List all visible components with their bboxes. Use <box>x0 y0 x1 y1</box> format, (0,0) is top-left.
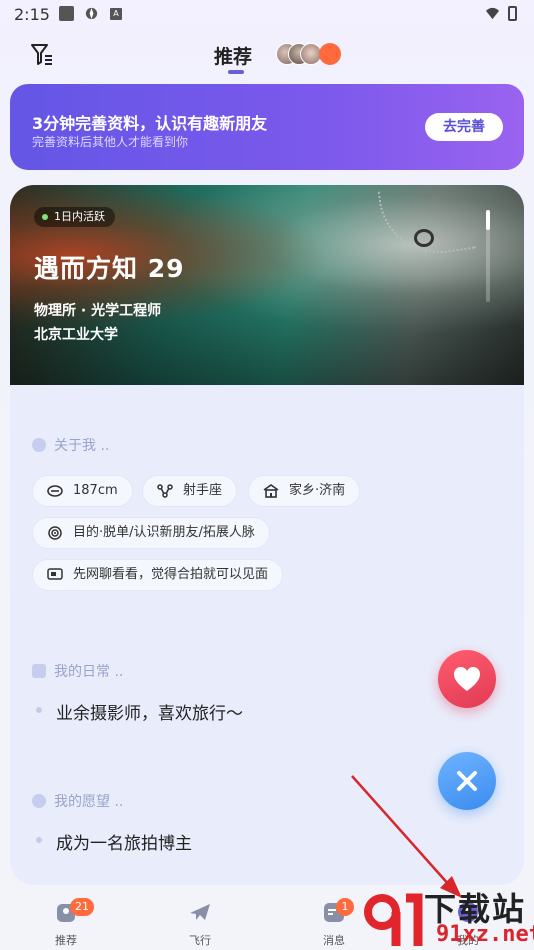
heart-icon <box>454 667 480 691</box>
wifi-icon <box>485 7 500 20</box>
banner-subtitle: 完善资料后其他人才能看到你 <box>32 135 189 149</box>
constellation-icon <box>157 484 173 498</box>
smile-icon <box>32 438 46 452</box>
daily-section-title: 我的日常 .. <box>32 661 123 681</box>
like-button[interactable] <box>438 650 496 708</box>
app-notification-icon: A <box>110 8 122 20</box>
chip-meet-preference: 先网聊看看，觉得合拍就可以见面 <box>32 559 284 591</box>
target-icon <box>48 526 62 540</box>
photo-page-indicator-active <box>486 210 490 230</box>
wish-text: 成为一名旅拍博主 <box>56 834 192 854</box>
chip-constellation: 射手座 <box>142 475 238 507</box>
about-section-title: 关于我 .. <box>32 435 109 455</box>
header: 推荐 <box>0 34 534 78</box>
active-status-label: 1日内活跃 <box>54 210 105 223</box>
status-bar: 2:15 A <box>0 0 534 28</box>
profile-school: 北京工业大学 <box>34 327 118 343</box>
watermark: 下载站 91xz.net <box>356 882 534 950</box>
complete-profile-banner[interactable]: 3分钟完善资料，认识有趣新朋友 完善资料后其他人才能看到你 去完善 <box>10 84 524 170</box>
avatar-group[interactable] <box>276 43 341 67</box>
complete-profile-button[interactable]: 去完善 <box>425 113 503 141</box>
profile-name: 遇而方知 29 <box>34 254 185 283</box>
height-icon <box>47 485 63 497</box>
active-status-badge: 1日内活跃 <box>34 207 115 227</box>
online-dot-icon <box>42 214 48 220</box>
nav-item-messages[interactable]: 1 消息 <box>304 898 364 950</box>
tab-indicator <box>228 70 244 74</box>
tab-recommend[interactable]: 推荐 <box>214 42 252 69</box>
profile-job: 物理所 · 光学工程师 <box>34 303 162 319</box>
recommend-badge: 21 <box>70 898 94 916</box>
note-icon <box>32 664 46 678</box>
pass-button[interactable] <box>438 752 496 810</box>
nav-item-fly[interactable]: 飞行 <box>170 900 230 950</box>
banner-title: 3分钟完善资料，认识有趣新朋友 <box>32 114 268 133</box>
sync-icon <box>85 7 98 20</box>
nav-label: 推荐 <box>55 934 77 947</box>
chip-hometown: 家乡·济南 <box>248 475 361 507</box>
filter-icon[interactable] <box>30 42 56 68</box>
bullet <box>36 707 42 713</box>
notification-icon <box>59 6 74 21</box>
chip-height: 187cm <box>32 475 133 507</box>
battery-icon <box>508 6 517 21</box>
plane-icon <box>190 904 210 920</box>
close-icon <box>457 771 477 791</box>
watermark-en: 91xz.net <box>436 922 534 947</box>
wish-section-title: 我的愿望 .. <box>32 791 123 811</box>
nav-label: 飞行 <box>189 934 211 947</box>
profile-photo[interactable]: 1日内活跃 遇而方知 29 物理所 · 光学工程师 北京工业大学 <box>10 185 524 385</box>
photo-pendant <box>414 229 434 247</box>
bubble-icon <box>32 794 46 808</box>
chat-icon <box>47 568 63 580</box>
watermark-logo <box>364 893 423 946</box>
bullet <box>36 837 42 843</box>
messages-badge: 1 <box>336 898 354 916</box>
new-indicator-dot <box>319 43 341 65</box>
nav-label: 消息 <box>323 934 345 947</box>
chip-purpose: 目的·脱单/认识新朋友/拓展人脉 <box>32 517 270 549</box>
nav-item-recommend[interactable]: 21 推荐 <box>36 898 96 950</box>
status-time: 2:15 <box>14 5 50 24</box>
photo-necklace <box>377 185 477 261</box>
home-icon <box>263 484 279 498</box>
daily-text: 业余摄影师，喜欢旅行～ <box>56 704 243 724</box>
